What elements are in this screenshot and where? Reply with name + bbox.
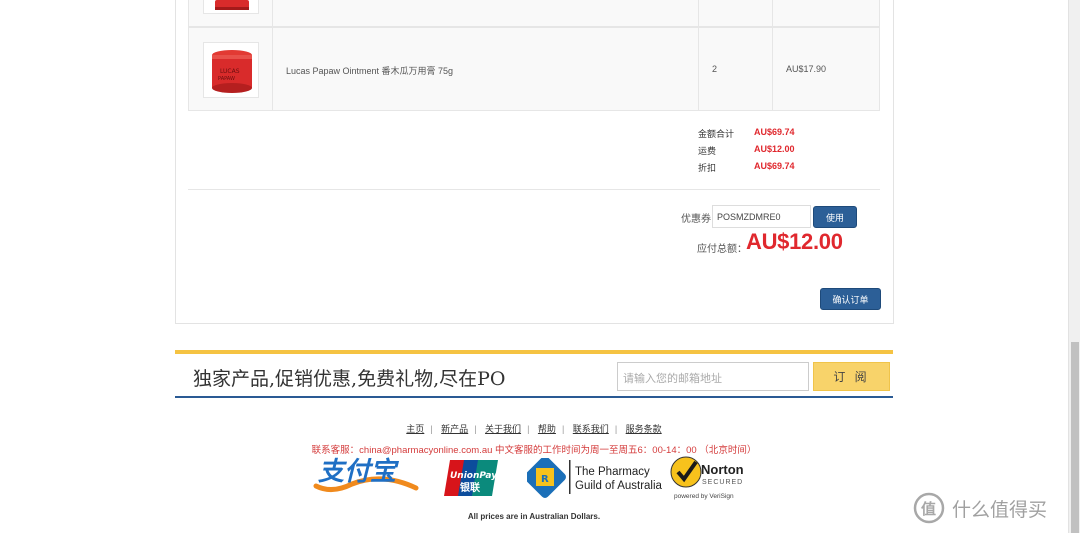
newsletter-email-input[interactable]: 请输入您的邮箱地址 — [617, 362, 809, 391]
summary-label: 折扣 — [698, 163, 717, 173]
alipay-logo: 支付宝 — [312, 454, 422, 502]
svg-text:LUCAS: LUCAS — [220, 68, 240, 75]
summary-discount: 折扣 AU$69.74 — [698, 161, 795, 178]
product-price: AU$17.90 — [786, 64, 827, 74]
coupon-input[interactable]: POSMZDMRE0 — [712, 205, 811, 228]
footer-link-terms[interactable]: 服务条款 — [626, 424, 662, 434]
subscribe-button[interactable]: 订 阅 — [813, 362, 890, 391]
guild-line1: The Pharmacy — [575, 466, 650, 478]
norton-secured-logo: Norton SECURED powered by VeriSign — [668, 454, 754, 502]
summary-label: 运费 — [698, 146, 717, 156]
guild-line2: Guild of Australia — [575, 480, 663, 492]
watermark-icon: 值 — [913, 492, 945, 524]
pharmacy-guild-logo: R The Pharmacy Guild of Australia — [524, 454, 663, 502]
order-summary: 金额合计 AU$69.74 运费 AU$12.00 折扣 AU$69.74 — [698, 127, 795, 178]
product-name[interactable]: Lucas Papaw Ointment 番木瓜万用膏 75g — [286, 64, 453, 77]
summary-value: AU$69.74 — [754, 161, 795, 171]
table-row — [188, 0, 880, 27]
total-amount: AU$12.00 — [746, 229, 843, 254]
svg-text:值: 值 — [921, 500, 936, 518]
summary-value: AU$69.74 — [754, 127, 795, 137]
norton-name: Norton — [701, 462, 744, 477]
summary-subtotal: 金额合计 AU$69.74 — [698, 127, 795, 144]
product-thumbnail[interactable]: LUCAS PAPAW — [203, 42, 259, 98]
watermark-text: 什么值得买 — [952, 500, 1048, 521]
newsletter-headline: 独家产品,促销优惠,免费礼物,尽在PO — [193, 368, 506, 390]
product-thumbnail[interactable] — [203, 0, 259, 14]
summary-shipping: 运费 AU$12.00 — [698, 144, 795, 161]
newsletter-bar: 独家产品,促销优惠,免费礼物,尽在PO 请输入您的邮箱地址 订 阅 — [175, 350, 893, 398]
footer-link-help[interactable]: 帮助 — [538, 424, 556, 434]
footer-nav: 主页 | 新产品 | 关于我们 | 帮助 | 联系我们 | 服务条款 — [406, 424, 662, 434]
currency-note: All prices are in Australian Dollars. — [467, 512, 601, 521]
unionpay-cn-text: 银联 — [460, 481, 480, 494]
footer-link-contact[interactable]: 联系我们 — [573, 424, 609, 434]
page-scrollbar[interactable] — [1068, 0, 1080, 533]
svg-text:PAPAW: PAPAW — [218, 76, 235, 82]
unionpay-text: UnionPay — [450, 471, 498, 481]
cart-panel: LUCAS PAPAW Lucas Papaw Ointment 番木瓜万用膏 … — [175, 0, 894, 324]
scrollbar-thumb[interactable] — [1071, 342, 1079, 533]
coupon-label: 优惠券 — [681, 214, 711, 225]
table-row: LUCAS PAPAW Lucas Papaw Ointment 番木瓜万用膏 … — [188, 27, 880, 111]
confirm-order-button[interactable]: 确认订单 — [820, 288, 881, 310]
product-quantity: 2 — [712, 64, 718, 74]
unionpay-logo: UnionPay 银联 — [444, 454, 498, 502]
footer-link-home[interactable]: 主页 — [406, 424, 424, 434]
summary-value: AU$12.00 — [754, 144, 795, 154]
svg-text:支付宝: 支付宝 — [318, 457, 400, 487]
footer-link-about[interactable]: 关于我们 — [485, 424, 521, 434]
svg-text:R: R — [541, 474, 549, 485]
apply-coupon-button[interactable]: 使用 — [813, 206, 857, 228]
norton-powered: powered by VeriSign — [674, 493, 734, 500]
site-watermark: 值 什么值得买 — [912, 491, 1072, 525]
summary-label: 金额合计 — [698, 129, 735, 139]
norton-secured: SECURED — [702, 479, 743, 486]
divider — [188, 189, 880, 190]
total-label: 应付总额： — [697, 244, 747, 255]
footer-link-new-products[interactable]: 新产品 — [441, 424, 468, 434]
